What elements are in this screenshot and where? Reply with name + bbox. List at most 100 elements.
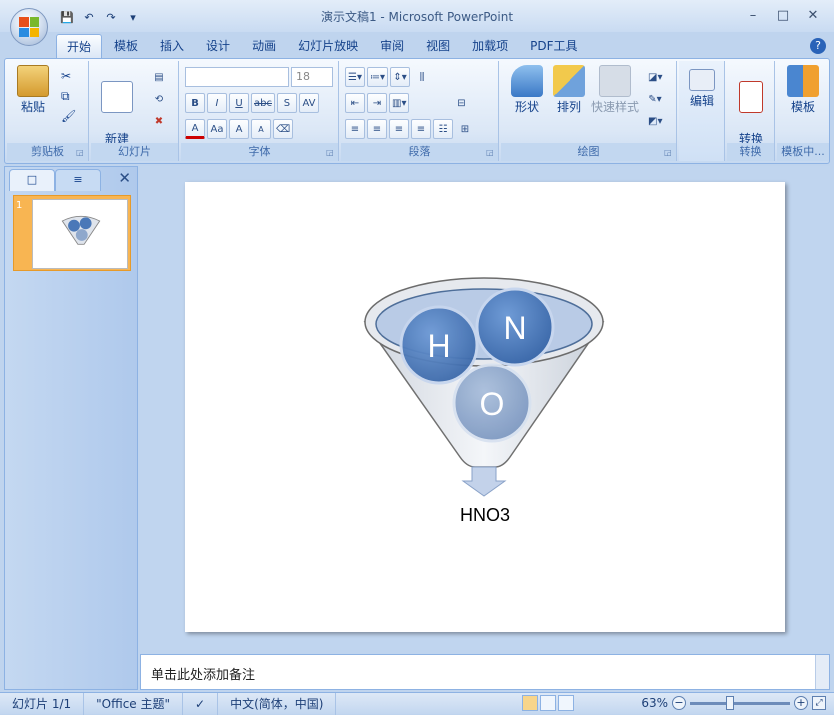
distribute-icon[interactable]: ☷ [433,119,453,139]
text-direction-icon[interactable]: ⫼ [412,67,432,87]
tab-template[interactable]: 模板 [104,34,148,58]
close-pane-icon[interactable]: ✕ [118,169,131,187]
cut-icon[interactable]: ✂ [61,69,71,83]
clear-format-icon[interactable]: ⌫ [273,119,294,139]
thumbnail-funnel-graphic [61,215,101,245]
font-group-label: 字体 [181,143,338,161]
align-right-icon[interactable]: ≡ [389,119,409,139]
template-icon [787,65,819,97]
clipboard-launcher-icon[interactable]: ◲ [76,148,86,158]
align-center-icon[interactable]: ≡ [367,119,387,139]
shape-fill-icon[interactable]: ◪▾ [645,67,665,87]
slideshow-view-icon[interactable] [558,695,574,711]
arrange-icon [553,65,585,97]
slide-thumbnail[interactable]: 1 [13,195,131,271]
tab-slides[interactable]: □ [9,169,55,191]
change-case-button[interactable]: Aa [207,119,227,139]
language: 中文(简体，中国) [218,692,337,715]
arrange-label: 排列 [556,100,581,114]
strikethrough-button[interactable]: abc [251,93,275,113]
tab-addins[interactable]: 加载项 [462,34,518,58]
funnel-graphic: H N O HNO3 [363,277,605,525]
template-group-label: 模板中... [777,143,829,161]
font-color-button[interactable]: A [185,119,205,139]
zoom-slider-thumb[interactable] [726,695,734,710]
normal-view-icon[interactable] [522,695,538,711]
quick-styles-label: 快速样式 [590,100,639,114]
shapes-icon [511,65,543,97]
increase-indent-icon[interactable]: ⇥ [367,93,387,113]
paste-button[interactable]: 粘贴 [11,65,55,115]
shape-outline-icon[interactable]: ✎▾ [645,89,665,109]
drawing-launcher-icon[interactable]: ◲ [664,148,674,158]
tab-insert[interactable]: 插入 [150,34,194,58]
tab-design[interactable]: 设计 [196,34,240,58]
format-painter-icon[interactable]: 🖌 [61,109,76,123]
numbering-icon[interactable]: ≔▾ [367,67,389,87]
decrease-indent-icon[interactable]: ⇤ [345,93,365,113]
notes-scrollbar[interactable] [815,655,829,689]
result-label: HNO3 [460,505,510,525]
tab-outline[interactable]: ≡ [55,169,101,191]
slide-canvas[interactable]: H N O HNO3 [185,182,785,632]
line-spacing-icon[interactable]: ⇕▾ [390,67,411,87]
bullets-icon[interactable]: ☰▾ [345,67,365,87]
notes-pane[interactable]: 单击此处添加备注 [140,654,830,690]
reset-slide-icon[interactable]: ⟲ [149,89,169,109]
zoom-in-icon[interactable]: + [794,696,808,710]
slide-sorter-icon[interactable] [540,695,556,711]
grow-font-button[interactable]: A [229,119,249,139]
quick-styles-icon [599,65,631,97]
close-button[interactable]: ✕ [798,6,828,26]
justify-icon[interactable]: ≡ [411,119,431,139]
delete-slide-icon[interactable]: ✖ [149,111,169,131]
font-format-row: B I U abc S AV [185,93,319,113]
theme-name: "Office 主题" [84,692,184,715]
tab-animation[interactable]: 动画 [242,34,286,58]
shadow-button[interactable]: S [276,93,297,113]
columns-icon[interactable]: ▥▾ [389,93,410,113]
font-size-input[interactable]: 18 [291,67,333,87]
smartart-icon[interactable]: ⊞ [455,119,475,139]
paragraph-launcher-icon[interactable]: ◲ [486,148,496,158]
font-launcher-icon[interactable]: ◲ [326,148,336,158]
help-icon[interactable]: ? [810,38,826,54]
copy-icon[interactable]: ⧉ [61,89,70,104]
char-spacing-button[interactable]: AV [298,93,319,113]
arrange-button[interactable]: 排列 [547,65,591,115]
shrink-font-button[interactable]: A [251,119,271,139]
align-left-icon[interactable]: ≡ [345,119,365,139]
shape-effects-icon[interactable]: ◩▾ [645,111,665,131]
shape-button[interactable]: 形状 [505,65,549,115]
tab-pdf-tools[interactable]: PDF工具 [520,34,587,58]
align-text-icon[interactable]: ⊟ [451,93,471,113]
italic-button[interactable]: I [207,93,227,113]
spellcheck-icon[interactable]: ✓ [183,692,219,715]
circle-h-label: H [427,328,450,364]
template-label: 模板 [790,100,815,114]
tab-view[interactable]: 视图 [416,34,460,58]
template-button[interactable]: 模板 [781,65,825,115]
window-controls: – □ ✕ [738,6,828,26]
font-name-input[interactable] [185,67,289,87]
tab-slideshow[interactable]: 幻灯片放映 [288,34,368,58]
slide-count: 幻灯片 1/1 [0,692,85,715]
slides-group-label: 幻灯片 [91,143,178,161]
drawing-group-label: 绘图 [501,143,676,161]
tab-review[interactable]: 审阅 [370,34,414,58]
office-button[interactable] [10,8,48,46]
tab-home[interactable]: 开始 [56,34,103,58]
paste-icon [17,65,49,97]
zoom-slider[interactable] [690,695,790,710]
bold-button[interactable]: B [185,93,205,113]
minimize-button[interactable]: – [738,6,768,26]
zoom-out-icon[interactable]: − [672,696,686,710]
underline-button[interactable]: U [229,93,249,113]
notes-placeholder: 单击此处添加备注 [151,668,256,683]
edit-label: 编辑 [689,94,714,108]
maximize-button[interactable]: □ [768,6,798,26]
edit-button[interactable]: 编辑 [680,65,724,109]
fit-window-icon[interactable]: ⤢ [812,696,826,710]
quick-styles-button[interactable]: 快速样式 [589,65,641,115]
layout-icon[interactable]: ▤ [149,67,169,87]
